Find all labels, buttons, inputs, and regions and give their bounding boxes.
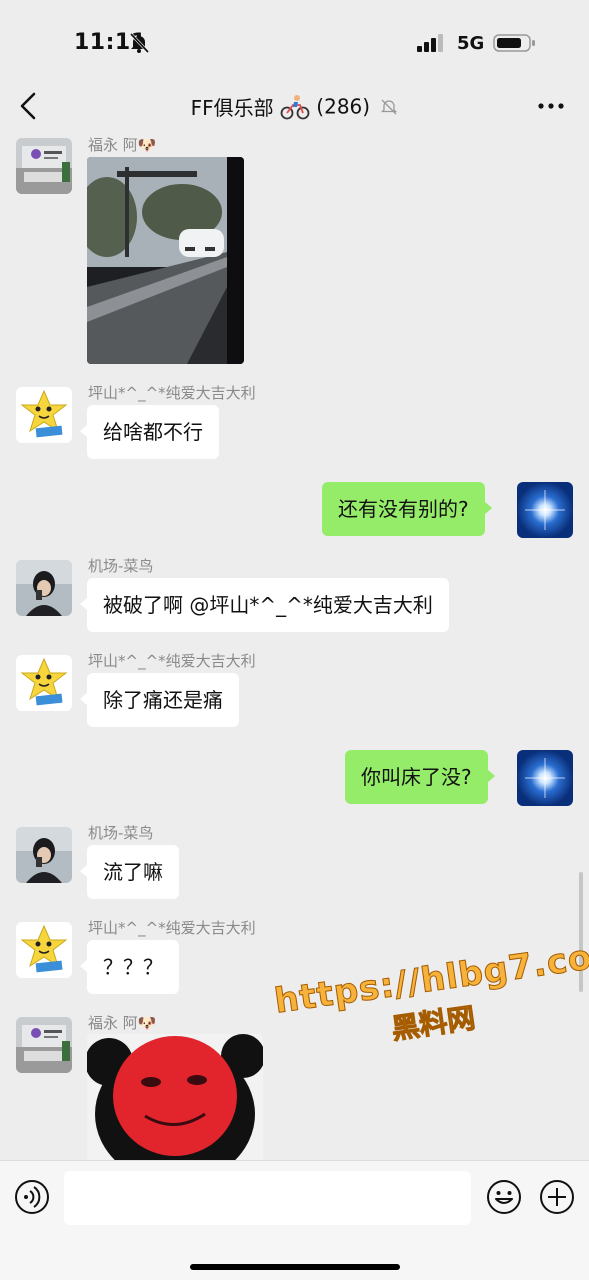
network-label: 5G [457,33,485,54]
sender-name: 坪山*^_^*纯爱大吉大利 [88,652,256,670]
bell-slash-icon [129,32,150,54]
shared-photo[interactable] [87,157,244,364]
my-avatar[interactable] [517,482,573,538]
my-avatar[interactable] [517,750,573,806]
message-bubble[interactable]: 流了嘛 [80,845,179,899]
home-indicator [190,1264,400,1270]
sender-name: 机场-菜鸟 [88,557,154,575]
avatar[interactable] [16,138,72,194]
group-name: FF俱乐部 [190,96,274,120]
member-count: (286) [316,94,371,119]
signal-icon [417,34,443,52]
avatar[interactable] [16,655,72,711]
emoji-icon[interactable] [486,1179,522,1215]
sender-name: 机场-菜鸟 [88,824,154,842]
avatar[interactable] [16,387,72,443]
sender-name: 福永 阿🐶 [88,1014,157,1032]
status-bar: 11:11 5G [0,0,589,80]
chat-title[interactable]: FF俱乐部 (286) [0,92,589,121]
input-bar [0,1160,589,1280]
plus-circle-icon[interactable] [539,1179,575,1215]
sticker-image[interactable] [87,1034,263,1160]
message-bubble[interactable]: 你叫床了没? [345,750,495,804]
avatar[interactable] [16,1017,72,1073]
avatar[interactable] [16,827,72,883]
battery-icon [493,34,535,52]
chat-header: FF俱乐部 (286) [0,80,589,132]
message-bubble[interactable]: 还有没有别的? [322,482,492,536]
muted-bell-icon [381,99,398,114]
message-bubble[interactable]: ？？？ [80,940,179,994]
cyclist-icon [280,94,310,119]
message-bubble[interactable]: 除了痛还是痛 [80,673,239,727]
message-bubble[interactable]: 被破了啊 @坪山*^_^*纯爱大吉大利 [80,578,449,632]
avatar[interactable] [16,560,72,616]
avatar[interactable] [16,922,72,978]
message-input[interactable] [64,1171,471,1225]
sender-name: 福永 阿🐶 [88,136,157,154]
more-dots-icon[interactable] [537,94,565,118]
sender-name: 坪山*^_^*纯爱大吉大利 [88,919,256,937]
sender-name: 坪山*^_^*纯爱大吉大利 [88,384,256,402]
voice-icon[interactable] [14,1179,50,1215]
message-bubble[interactable]: 给啥都不行 [80,405,219,459]
